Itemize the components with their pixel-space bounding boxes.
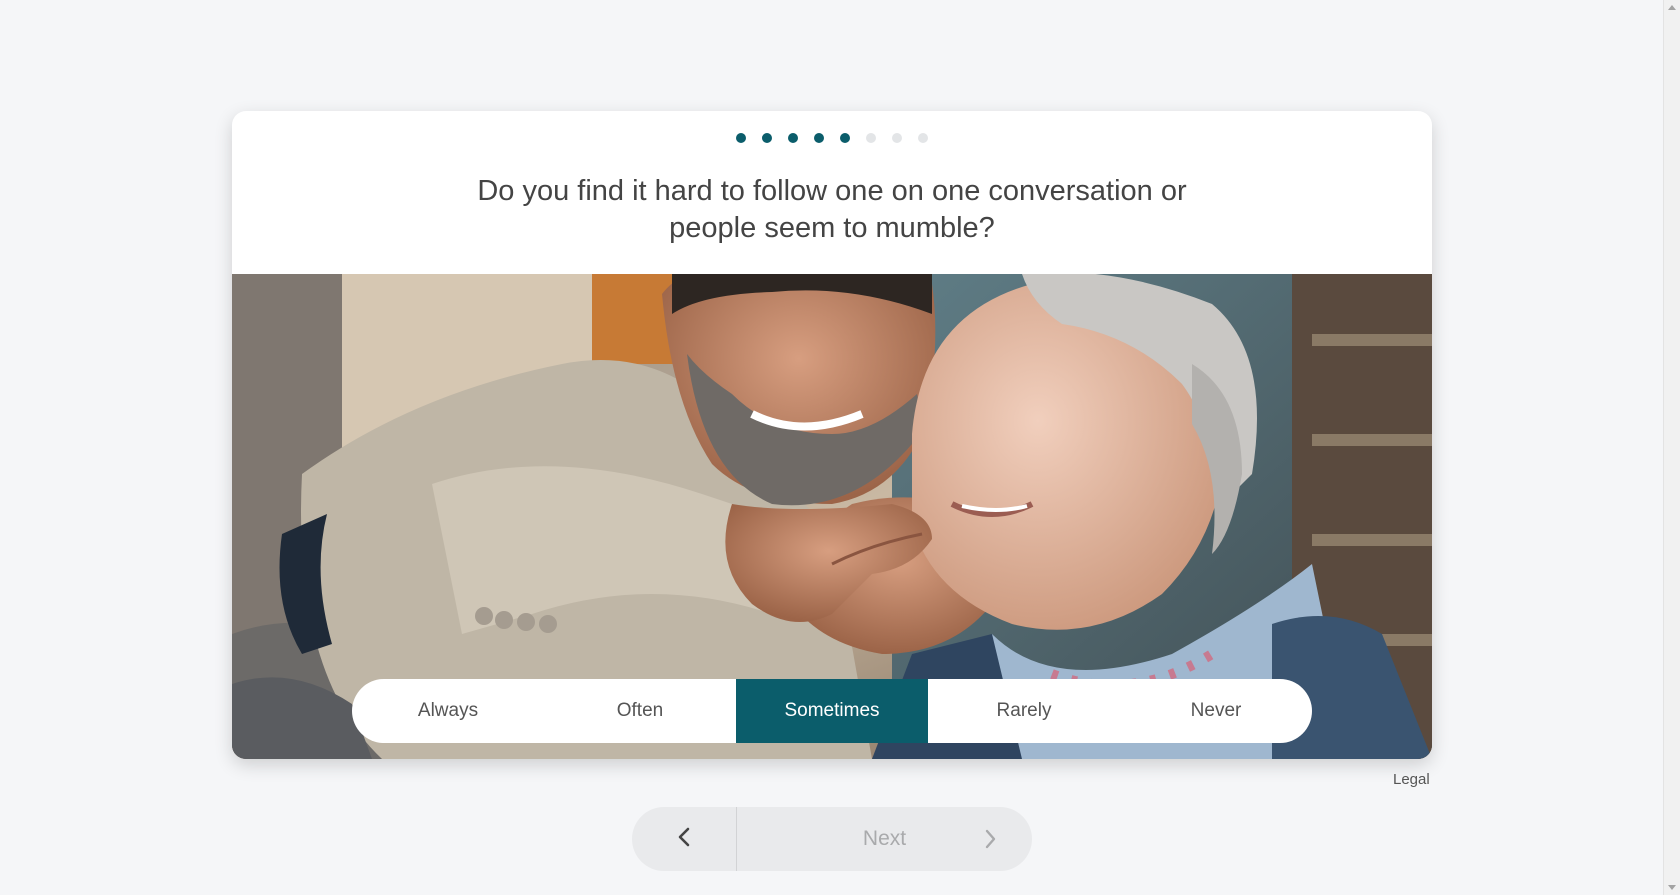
- back-button[interactable]: [632, 807, 737, 871]
- answer-option-rarely[interactable]: Rarely: [928, 679, 1120, 743]
- progress-dot: [736, 133, 746, 143]
- answer-option-often[interactable]: Often: [544, 679, 736, 743]
- scroll-up-icon[interactable]: [1668, 5, 1676, 10]
- chevron-right-icon: [984, 829, 996, 855]
- answer-option-always[interactable]: Always: [352, 679, 544, 743]
- progress-dot: [892, 133, 902, 143]
- progress-dots: [232, 133, 1432, 143]
- answer-option-never[interactable]: Never: [1120, 679, 1312, 743]
- question-card: Do you find it hard to follow one on one…: [232, 111, 1432, 759]
- progress-dot: [918, 133, 928, 143]
- next-label: Next: [862, 827, 907, 850]
- progress-dot: [814, 133, 824, 143]
- page: Do you find it hard to follow one on one…: [0, 0, 1680, 895]
- progress-dot: [788, 133, 798, 143]
- next-button[interactable]: Next: [737, 807, 1032, 871]
- answer-options: Always Often Sometimes Rarely Never: [352, 679, 1312, 743]
- legal-link[interactable]: Legal: [1393, 771, 1430, 788]
- scroll-down-icon[interactable]: [1668, 885, 1676, 890]
- progress-dot: [840, 133, 850, 143]
- answer-option-sometimes[interactable]: Sometimes: [736, 679, 928, 743]
- question-text: Do you find it hard to follow one on one…: [477, 175, 1187, 244]
- page-scrollbar[interactable]: [1663, 0, 1680, 895]
- chevron-left-icon: [677, 827, 691, 852]
- navigation-bar: Next: [632, 807, 1032, 871]
- progress-dot: [762, 133, 772, 143]
- progress-dot: [866, 133, 876, 143]
